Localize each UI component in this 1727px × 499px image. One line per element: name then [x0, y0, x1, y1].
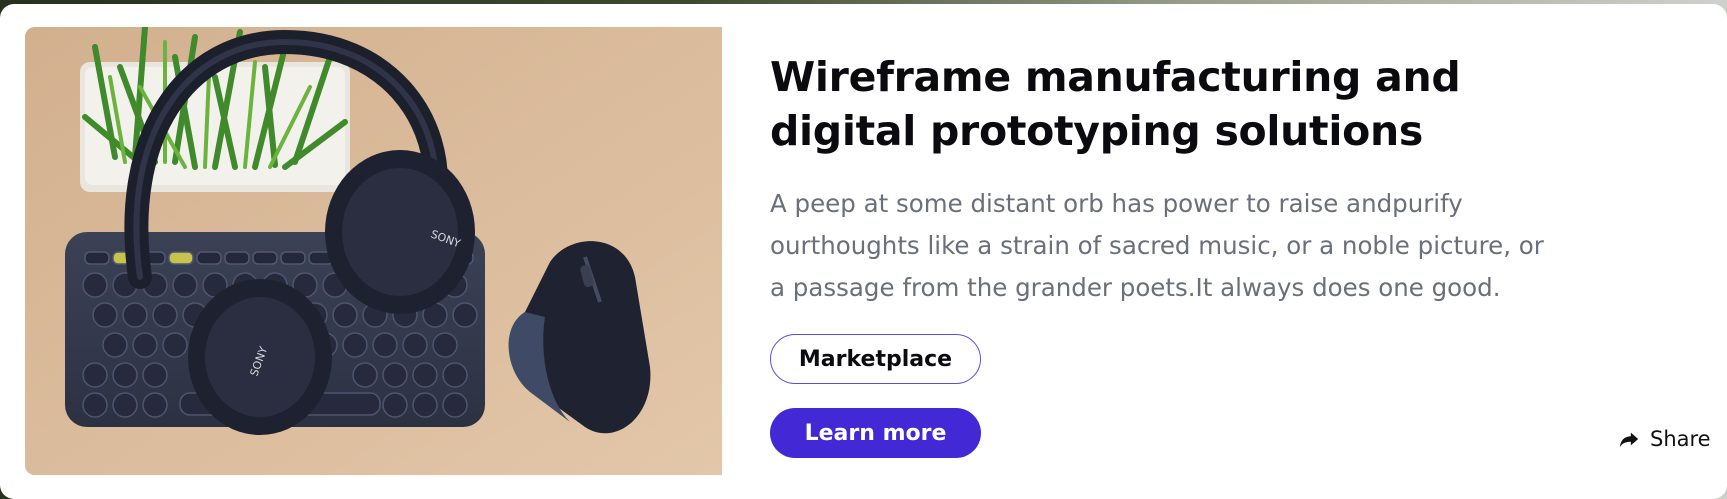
- share-label: Share: [1650, 427, 1711, 451]
- product-card: SONY SONY Wireframe manufacturing and di…: [0, 4, 1727, 499]
- marketplace-button[interactable]: Marketplace: [770, 334, 981, 384]
- card-image: SONY SONY: [25, 27, 722, 475]
- share-button[interactable]: Share: [1618, 427, 1711, 451]
- product-photo: SONY SONY: [25, 27, 722, 475]
- share-arrow-icon: [1618, 428, 1640, 450]
- card-title: Wireframe manufacturing and digital prot…: [770, 53, 1461, 155]
- learn-more-button[interactable]: Learn more: [770, 408, 981, 458]
- card-description: A peep at some distant orb has power to …: [770, 189, 1544, 302]
- card-content: Wireframe manufacturing and digital prot…: [770, 50, 1590, 309]
